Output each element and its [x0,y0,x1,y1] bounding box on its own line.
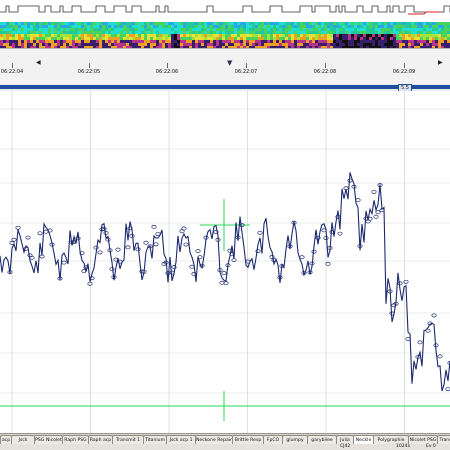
time-tick-label: 06:22:05 [77,69,101,75]
signal-marker [109,267,115,272]
signal-marker [153,242,159,247]
signal-marker [417,340,423,345]
status-bar: CJ42 1024x Ev 0 [0,444,450,450]
signal-marker [269,254,275,259]
signal-marker [437,354,443,359]
signal-marker [355,198,361,203]
event-status-strip [0,0,450,22]
signal-marker [371,189,377,194]
time-tick [246,63,247,68]
signal-marker [189,264,195,269]
time-tick-label: 06:22:07 [234,69,258,75]
signal-marker [93,245,99,250]
signal-marker [181,226,187,231]
signal-marker [257,230,263,235]
signal-marker [195,249,201,254]
scroll-left-arrow-icon[interactable]: ◀ [36,59,41,66]
status-left-text: CJ42 [340,444,351,449]
signal-marker [11,237,17,242]
time-tick-label: 06:22:04 [0,69,24,75]
time-tick-label: 06:22:08 [313,69,337,75]
signal-marker [97,250,103,255]
scrollbar-thumb[interactable] [0,85,450,89]
signal-marker [25,235,31,240]
time-tick-label: 06:22:06 [155,69,179,75]
signal-marker [15,225,21,230]
signal-marker [373,214,379,219]
signal-marker [337,231,343,236]
signal-marker [183,242,189,247]
spectrogram-band [0,22,450,49]
time-tick [404,63,405,68]
signal-marker [405,336,411,341]
signal-marker [37,231,43,236]
time-cursor-marker-icon[interactable]: ▼ [227,59,232,67]
time-tick [89,63,90,68]
status-zoom-text: 1024x [396,444,411,449]
time-tick [167,63,168,68]
signal-marker [325,261,331,266]
signal-marker [431,313,437,318]
time-axis-ruler[interactable]: ◀ ▼ ▶ 06:22:04 06:22:05 06:22:06 06:22:0… [0,48,450,86]
status-event-text: Ev 0 [426,444,436,449]
signal-marker [151,224,157,229]
signal-marker [61,260,67,265]
scroll-right-arrow-icon[interactable]: ▶ [438,59,443,66]
signal-marker [299,255,305,260]
signal-plot [0,91,450,433]
spectrogram-image [0,22,450,49]
eeg-viewer-window: ◀ ▼ ▶ 06:22:04 06:22:05 06:22:06 06:22:0… [0,0,450,450]
event-status-trace [0,5,450,15]
signal-marker [221,271,227,276]
signal-marker [397,281,403,286]
horizontal-scrollbar[interactable]: 5.5 [0,84,450,92]
signal-marker [125,245,131,250]
time-tick-label: 06:22:09 [392,69,416,75]
signal-marker [425,328,431,333]
time-tick [325,63,326,68]
signal-marker [445,387,450,392]
signal-plot-area[interactable] [0,91,450,433]
signal-marker [115,247,121,252]
signal-marker [143,240,149,245]
signal-marker [87,281,93,286]
signal-marker [23,246,29,251]
time-tick [12,63,13,68]
signal-marker [375,210,381,215]
signal-marker [155,232,161,236]
